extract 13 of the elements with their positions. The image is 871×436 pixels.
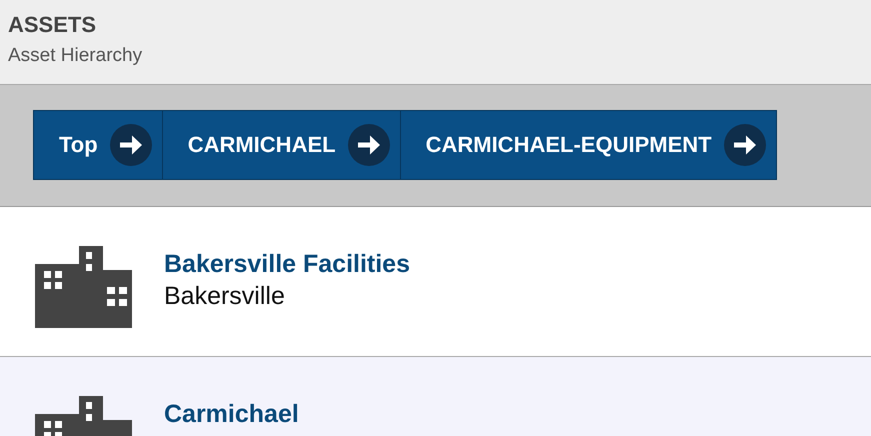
- asset-name: Carmichael: [164, 399, 299, 430]
- arrow-right-icon: [724, 124, 766, 166]
- page-subtitle: Asset Hierarchy: [8, 44, 144, 68]
- arrow-right-icon: [348, 124, 390, 166]
- breadcrumb-link[interactable]: CARMICHAEL-EQUIPMENT: [400, 111, 776, 179]
- asset-row[interactable]: Carmichael: [0, 357, 871, 436]
- building-icon: [35, 246, 132, 328]
- asset-location: Bakersville: [164, 281, 286, 312]
- arrow-right-icon: [110, 124, 152, 166]
- breadcrumb-link[interactable]: Top: [34, 111, 162, 179]
- asset-name: Bakersville Facilities: [164, 249, 410, 280]
- breadcrumb-link[interactable]: CARMICHAEL: [162, 111, 400, 179]
- page-title: ASSETS: [8, 12, 98, 38]
